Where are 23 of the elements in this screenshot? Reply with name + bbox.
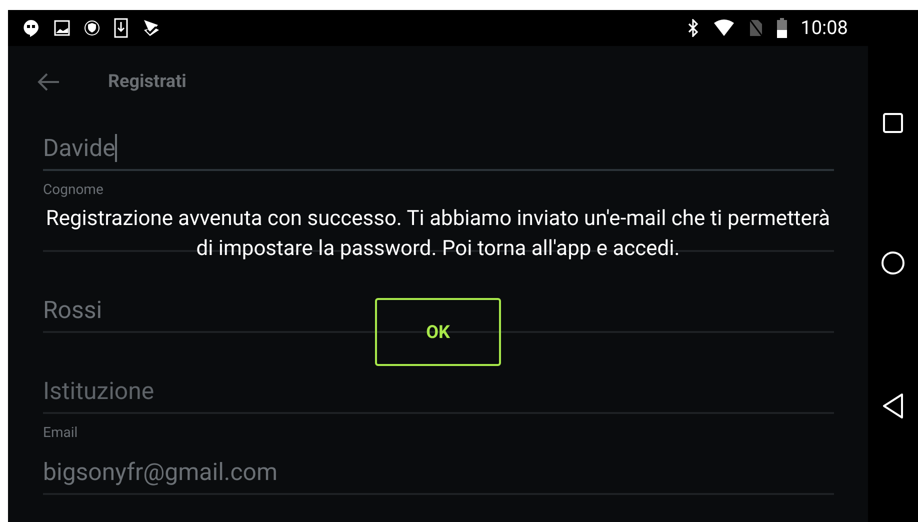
text-field[interactable]: bigsonyfr@gmail.com <box>43 451 834 495</box>
image-icon <box>54 20 70 36</box>
recents-icon[interactable] <box>883 113 903 133</box>
no-sim-icon <box>748 19 763 37</box>
field-label: Email <box>43 424 78 442</box>
download-icon <box>114 18 128 38</box>
clock-time: 10:08 <box>800 14 849 41</box>
check-icon <box>142 19 160 37</box>
wifi-icon <box>712 19 735 37</box>
field-label: Cognome <box>43 181 104 199</box>
chat-bubble-icon <box>22 19 40 37</box>
back-icon[interactable] <box>882 393 904 419</box>
text-field[interactable]: Davide <box>43 127 834 171</box>
dialog-message: Registrazione avvenuta con successo. Ti abbiamo inviato un'e-mail che ti permetterà di impostare la password. Poi torna all'app e accedi. <box>44 206 832 263</box>
toolbar-title: Registrati <box>108 72 186 92</box>
text-field[interactable]: Istituzione <box>43 370 834 414</box>
battery-icon <box>776 18 787 38</box>
shield-icon <box>84 20 100 36</box>
text-cursor <box>115 134 118 162</box>
ok-button[interactable]: OK <box>375 298 501 366</box>
bluetooth-icon <box>686 19 699 37</box>
back-arrow-icon[interactable] <box>36 72 60 92</box>
home-icon[interactable] <box>881 251 905 275</box>
